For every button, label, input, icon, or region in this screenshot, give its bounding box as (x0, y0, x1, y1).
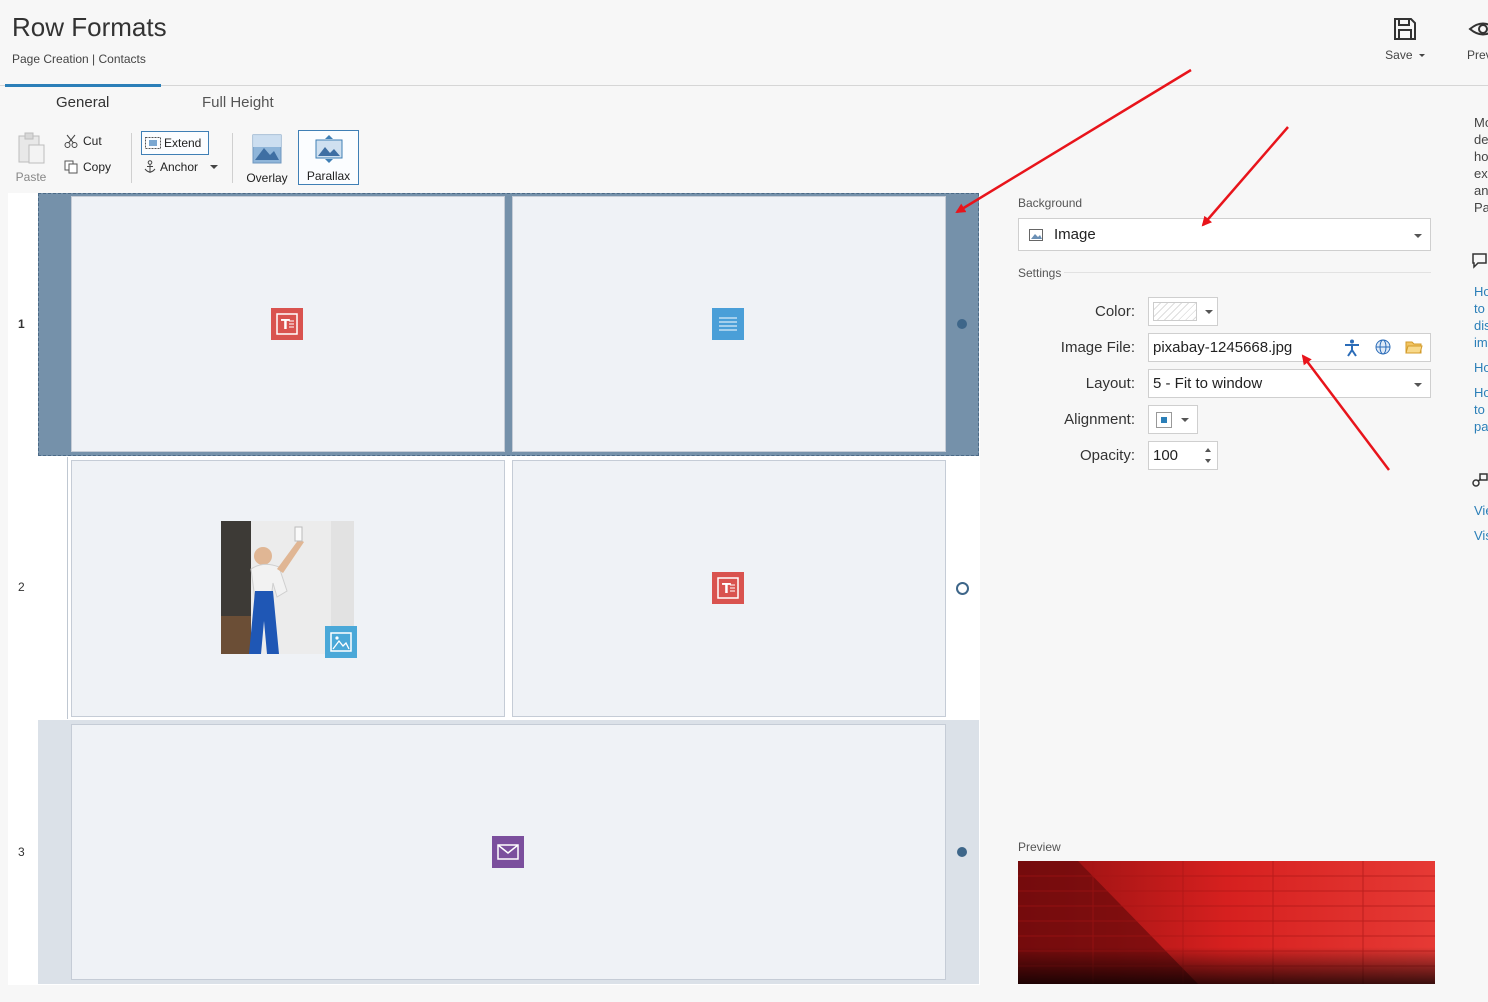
paste-label: Paste (15, 170, 47, 184)
opacity-stepper[interactable]: 100 (1148, 441, 1218, 470)
row-marker-empty[interactable] (956, 582, 969, 595)
link-icon (1472, 473, 1488, 487)
row-number: 1 (18, 317, 25, 331)
folder-icon[interactable] (1405, 339, 1423, 355)
chevron-down-icon (1418, 54, 1425, 58)
picture-icon (1029, 228, 1043, 241)
chevron-down-icon (1414, 383, 1422, 387)
row-number: 3 (18, 845, 25, 859)
cut-label: Cut (83, 134, 102, 148)
row-marker-filled[interactable] (957, 319, 967, 329)
chevron-down-icon (1181, 417, 1189, 422)
cut-button[interactable]: Cut (64, 134, 102, 148)
ribbon-separator (131, 133, 132, 183)
section-divider (1064, 272, 1431, 273)
overlay-icon (252, 134, 282, 164)
scissors-icon (64, 134, 78, 148)
header-divider (0, 85, 1488, 86)
background-type-value: Image (1054, 226, 1096, 243)
help-link[interactable]: Ho to pa (1474, 384, 1488, 435)
extend-button[interactable]: Extend (141, 131, 209, 155)
extend-icon (145, 137, 161, 149)
floppy-disk-icon (1394, 18, 1416, 40)
alignment-picker[interactable] (1148, 405, 1198, 434)
breadcrumb: Page Creation | Contacts (12, 52, 146, 66)
color-picker[interactable] (1148, 297, 1218, 326)
layout-value: 5 - Fit to window (1153, 375, 1263, 392)
chevron-down-icon (1414, 234, 1422, 238)
layout-select[interactable]: 5 - Fit to window (1148, 369, 1431, 398)
svg-text:T: T (281, 318, 290, 333)
save-label: Save (1385, 48, 1413, 62)
copy-label: Copy (83, 160, 112, 174)
row-number: 2 (18, 580, 25, 594)
stepper-down-icon[interactable] (1205, 459, 1211, 463)
tab-full-height[interactable]: Full Height (202, 94, 274, 111)
image-file-value: pixabay-1245668.jpg (1153, 339, 1293, 356)
opacity-label: Opacity: (1079, 447, 1135, 464)
anchor-button[interactable]: Anchor (144, 160, 219, 174)
align-center-icon (1156, 411, 1172, 428)
parallax-button[interactable]: Parallax (298, 130, 359, 185)
anchor-icon (144, 160, 156, 173)
ribbon-separator (232, 133, 233, 183)
parallax-label: Parallax (306, 169, 351, 183)
copy-button[interactable]: Copy (64, 160, 111, 174)
extend-label: Extend (164, 136, 202, 150)
chevron-down-icon (210, 165, 219, 169)
tab-general[interactable]: General (56, 94, 109, 111)
clipboard-icon (18, 132, 45, 164)
copy-icon (64, 160, 78, 174)
help-link[interactable]: Ho to dis im (1474, 283, 1488, 351)
preview-image (1018, 861, 1435, 984)
settings-section-label: Settings (1018, 266, 1062, 280)
background-section-label: Background (1018, 196, 1083, 210)
overlay-button[interactable]: Overlay (244, 134, 290, 185)
chevron-down-icon (1205, 309, 1213, 314)
text-block-icon: T (271, 308, 303, 340)
help-link[interactable]: Vie Vis (1474, 502, 1488, 544)
mail-icon (492, 836, 524, 868)
row-gutter (38, 457, 68, 719)
row-marker-filled[interactable] (957, 847, 967, 857)
globe-icon[interactable] (1375, 339, 1391, 355)
background-type-select[interactable]: Image (1018, 218, 1431, 251)
speech-bubble-icon (1472, 253, 1487, 269)
parallax-icon (315, 135, 342, 163)
text-block-icon: T (712, 572, 744, 604)
preview-button[interactable]: Prev (1462, 16, 1488, 62)
header-underline (5, 84, 161, 87)
alignment-label: Alignment: (1064, 411, 1135, 428)
help-description: Mo de ho ex an Pa (1474, 115, 1488, 215)
color-label: Color: (1094, 303, 1135, 320)
save-button[interactable]: Save (1380, 16, 1430, 62)
image-file-label: Image File: (1060, 339, 1135, 356)
anchor-label: Anchor (160, 160, 199, 174)
app-window: Row Formats Page Creation | Contacts Sav… (0, 0, 1488, 1002)
eye-icon (1468, 22, 1488, 36)
paste-button[interactable]: Paste (14, 132, 48, 184)
paragraph-icon (712, 308, 744, 340)
svg-text:T: T (722, 582, 731, 597)
page-title: Row Formats (12, 12, 167, 42)
overlay-label: Overlay (246, 171, 288, 185)
preview-label: Prev (1467, 48, 1488, 62)
preview-section-label: Preview (1018, 840, 1061, 854)
color-swatch (1153, 302, 1197, 321)
image-icon (325, 626, 357, 658)
help-link[interactable]: Ho (1474, 359, 1488, 376)
accessibility-icon[interactable] (1344, 339, 1360, 357)
opacity-value: 100 (1153, 447, 1179, 464)
layout-label: Layout: (1085, 375, 1135, 392)
stepper-up-icon[interactable] (1205, 448, 1211, 452)
background-preview (1018, 861, 1435, 984)
